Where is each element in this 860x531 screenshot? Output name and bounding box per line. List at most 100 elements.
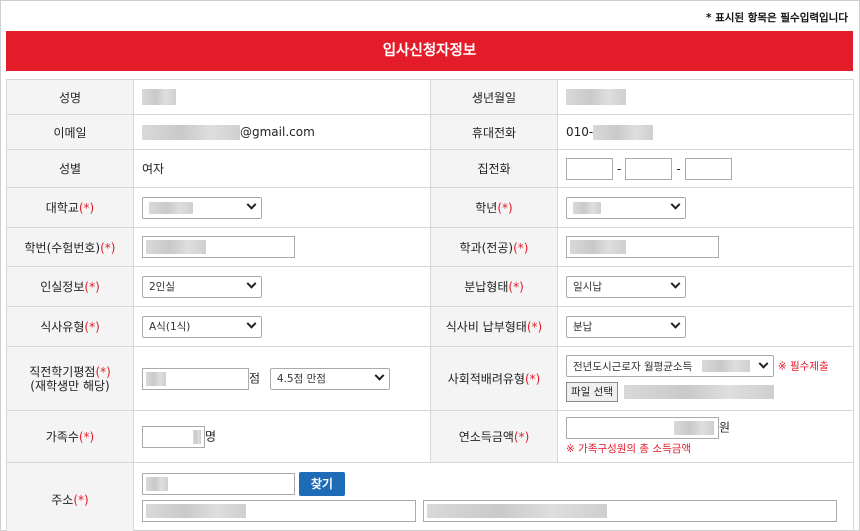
chevron-down-icon <box>246 278 257 289</box>
name-redacted <box>142 89 176 105</box>
address-main-input[interactable] <box>142 500 416 522</box>
payment-label-text: 분납형태 <box>464 280 509 294</box>
email-value: @gmail.com <box>133 114 431 150</box>
major-input[interactable] <box>566 236 719 258</box>
university-label: 대학교(*) <box>6 187 134 228</box>
row-gpa: 직전학기평점(*) (재학생만 해당) 점 4.5점 만점 사회적배려유형(*)… <box>6 346 854 411</box>
mobile-prefix: 010- <box>566 124 594 139</box>
required-mark: (*) <box>513 240 529 255</box>
income-unit: 원 <box>719 420 731 435</box>
birth-label: 생년월일 <box>430 79 558 115</box>
social-note: ※ 필수제출 <box>777 360 829 373</box>
file-select-button[interactable]: 파일 선택 <box>566 382 618 402</box>
address-detail-redacted <box>426 504 607 518</box>
meal-payment-label: 식사비 납부형태(*) <box>430 306 558 347</box>
address-main-redacted <box>146 504 246 518</box>
grade-label: 학년(*) <box>430 187 558 228</box>
room-select[interactable]: 2인실 <box>142 275 262 298</box>
meal-value: A식(1식) <box>133 306 431 347</box>
email-domain: @gmail.com <box>240 124 315 139</box>
search-address-button[interactable]: 찾기 <box>298 472 345 496</box>
row-name: 성명 생년월일 <box>6 79 854 115</box>
social-label: 사회적배려유형(*) <box>430 346 558 411</box>
room-label: 인실정보(*) <box>6 266 134 307</box>
required-mark: (*) <box>100 240 116 255</box>
payment-selected: 일시납 <box>573 281 602 293</box>
gpa-scale-selected: 4.5점 만점 <box>276 373 326 385</box>
payment-select[interactable]: 일시납 <box>566 275 686 298</box>
social-redacted <box>702 360 751 372</box>
meal-payment-label-text: 식사비 납부형태 <box>445 320 527 334</box>
income-label-text: 연소득금액 <box>458 430 514 444</box>
chevron-down-icon <box>670 318 681 329</box>
chevron-down-icon <box>670 278 681 289</box>
email-redacted <box>142 124 240 140</box>
gpa-label: 직전학기평점(*) (재학생만 해당) <box>6 346 134 411</box>
row-gender: 성별 여자 집전화 -- <box>6 149 854 188</box>
social-file-line: 파일 선택 <box>566 382 853 402</box>
phone-dash-2: - <box>676 161 681 176</box>
meal-selected: A식(1식) <box>149 321 191 333</box>
social-value: 전년도시근로자 월평균소득 ※ 필수제출 파일 선택 <box>557 346 854 411</box>
student-id-input[interactable] <box>142 236 295 258</box>
grade-label-text: 학년 <box>475 201 498 215</box>
gpa-redacted <box>146 371 166 386</box>
gpa-label-text: 직전학기평점 <box>29 364 96 379</box>
home-phone-value: -- <box>557 149 854 188</box>
income-input[interactable] <box>566 417 719 439</box>
grade-select[interactable] <box>566 196 686 219</box>
name-label: 성명 <box>6 79 134 115</box>
address-detail-input[interactable] <box>422 500 837 522</box>
row-family: 가족수(*) 명 연소득금액(*) 원 ※ 가족구성원의 총 소득금액 <box>6 410 854 463</box>
income-label: 연소득금액(*) <box>430 410 558 463</box>
home-phone-part2-input[interactable] <box>625 157 673 180</box>
birth-redacted <box>566 89 626 105</box>
major-label-text: 학과(전공) <box>459 240 514 255</box>
payment-value: 일시납 <box>557 266 854 307</box>
social-select[interactable]: 전년도시근로자 월평균소득 <box>566 355 774 377</box>
postcode-input[interactable] <box>142 473 295 495</box>
required-mark: (*) <box>84 320 100 334</box>
home-phone-part1-input[interactable] <box>566 157 613 180</box>
address-value: 찾기 <box>133 462 854 531</box>
meal-payment-select[interactable]: 분납 <box>566 315 686 338</box>
chevron-down-icon <box>246 199 257 210</box>
address-top-line: 찾기 <box>142 472 853 496</box>
income-note: ※ 가족구성원의 총 소득금액 <box>566 443 692 455</box>
meal-label-text: 식사유형 <box>40 320 85 334</box>
row-email: 이메일 @gmail.com 휴대전화 010- <box>6 114 854 150</box>
student-id-redacted <box>146 240 206 254</box>
file-name-redacted <box>623 385 774 399</box>
major-label: 학과(전공)(*) <box>430 227 558 267</box>
meal-select[interactable]: A식(1식) <box>142 315 262 338</box>
gpa-scale-select[interactable]: 4.5점 만점 <box>269 367 390 390</box>
name-value <box>133 79 431 115</box>
address-bottom-line <box>142 500 853 522</box>
required-mark: (*) <box>78 201 95 215</box>
social-label-text: 사회적배려유형 <box>447 372 525 386</box>
university-select[interactable] <box>142 196 262 219</box>
required-mark: (*) <box>73 493 89 507</box>
income-top-line: 원 <box>566 417 853 439</box>
family-unit: 명 <box>205 429 217 443</box>
gpa-input[interactable] <box>142 367 249 390</box>
room-selected: 2인실 <box>149 281 176 293</box>
home-phone-part3-input[interactable] <box>684 157 732 180</box>
required-mark: (*) <box>513 430 530 444</box>
family-input[interactable] <box>142 425 205 448</box>
birth-value <box>557 79 854 115</box>
address-label: 주소(*) <box>6 462 134 531</box>
row-university: 대학교(*) 학년(*) <box>6 187 854 228</box>
required-mark: (*) <box>526 320 543 334</box>
room-value: 2인실 <box>133 266 431 307</box>
required-mark: (*) <box>95 364 111 379</box>
university-label-text: 대학교 <box>45 201 79 215</box>
row-address: 주소(*) 찾기 <box>6 462 854 531</box>
required-mark: (*) <box>78 430 95 444</box>
gender-label: 성별 <box>6 149 134 188</box>
home-phone-label: 집전화 <box>430 149 558 188</box>
student-id-value <box>133 227 431 267</box>
mobile-value: 010- <box>557 114 854 150</box>
chevron-down-icon <box>246 318 257 329</box>
row-student-id: 학번(수험번호)(*) 학과(전공)(*) <box>6 227 854 267</box>
